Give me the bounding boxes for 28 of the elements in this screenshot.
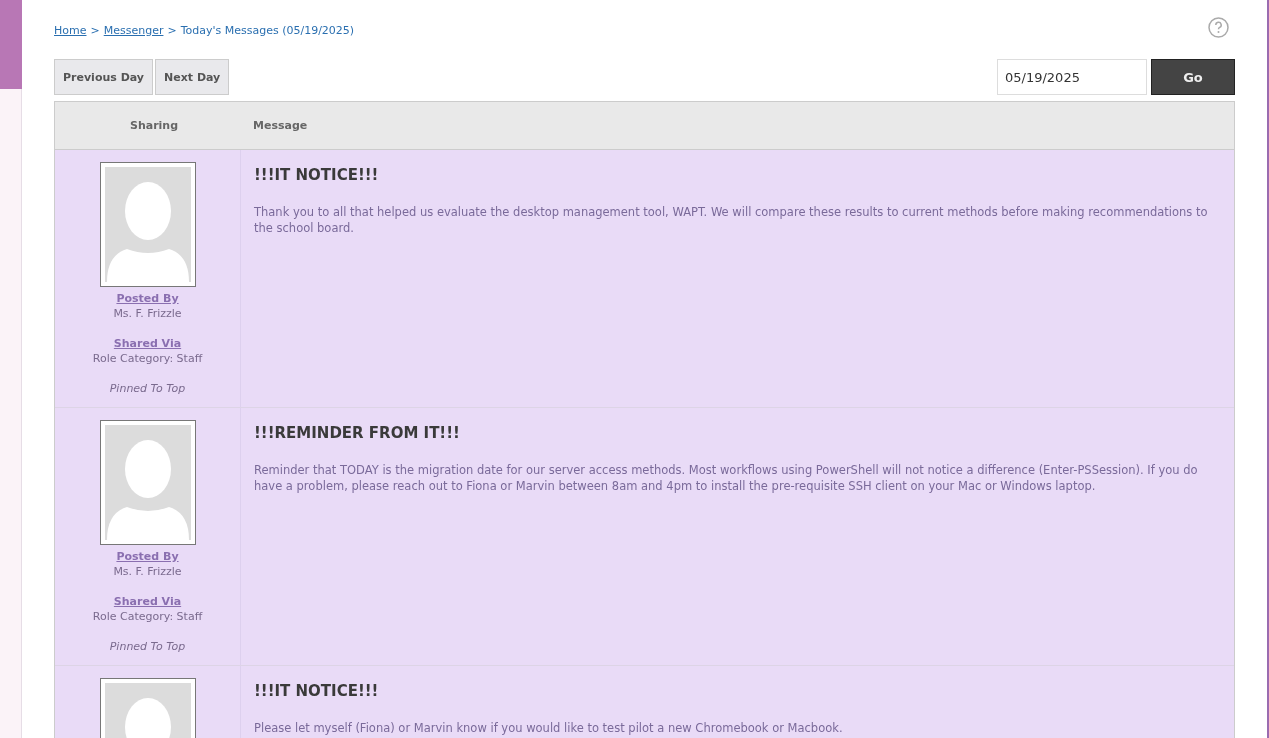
message-body: Reminder that TODAY is the migration date for our server access methods. Most workflows using PowerShell will not notice a difference (Enter-PSSession). If you do have a problem, please reach out to Fiona or Marvin between 8am and 4pm to install the pre-requisite SSH client on your Mac or Windows laptop.: [254, 462, 1199, 494]
shared-via-label[interactable]: Shared Via: [113, 336, 182, 351]
message-title: !!!IT NOTICE!!!: [254, 166, 380, 184]
help-icon[interactable]: [1208, 17, 1229, 38]
column-header: Message: [253, 119, 308, 132]
breadcrumb-separator: >: [90, 23, 100, 37]
day-nav-button[interactable]: Previous Day: [54, 59, 154, 95]
breadcrumb-link[interactable]: Messenger: [103, 23, 164, 37]
posted-by-label[interactable]: Posted By: [116, 549, 179, 564]
shared-via-value: Role Category: Staff: [92, 351, 203, 366]
breadcrumb-link[interactable]: Home: [54, 23, 87, 37]
shared-via-label[interactable]: Shared Via: [113, 594, 182, 609]
go-button[interactable]: Go: [1151, 59, 1235, 95]
pinned-label: Pinned To Top: [109, 639, 186, 654]
message-body: Please let myself (Fiona) or Marvin know if you would like to test pilot a new Chromebook or Macbook.: [254, 720, 844, 736]
column-header: Sharing: [129, 119, 179, 132]
day-nav-button[interactable]: Next Day: [155, 59, 230, 95]
pinned-label: Pinned To Top: [109, 381, 186, 396]
date-field[interactable]: 05/19/2025: [997, 59, 1147, 95]
posted-by-label[interactable]: Posted By: [116, 291, 179, 306]
message-title: !!!REMINDER FROM IT!!!: [254, 424, 461, 442]
breadcrumb-current: Today's Messages (05/19/2025): [180, 23, 355, 37]
author-name: Ms. F. Frizzle: [113, 306, 182, 321]
breadcrumb-separator: >: [167, 23, 177, 37]
message-title: !!!IT NOTICE!!!: [254, 682, 380, 700]
message-body: Thank you to all that helped us evaluate the desktop management tool, WAPT. We will compare these results to current methods before making recommendations to the school board.: [254, 204, 1209, 236]
shared-via-value: Role Category: Staff: [92, 609, 203, 624]
author-name: Ms. F. Frizzle: [113, 564, 182, 579]
